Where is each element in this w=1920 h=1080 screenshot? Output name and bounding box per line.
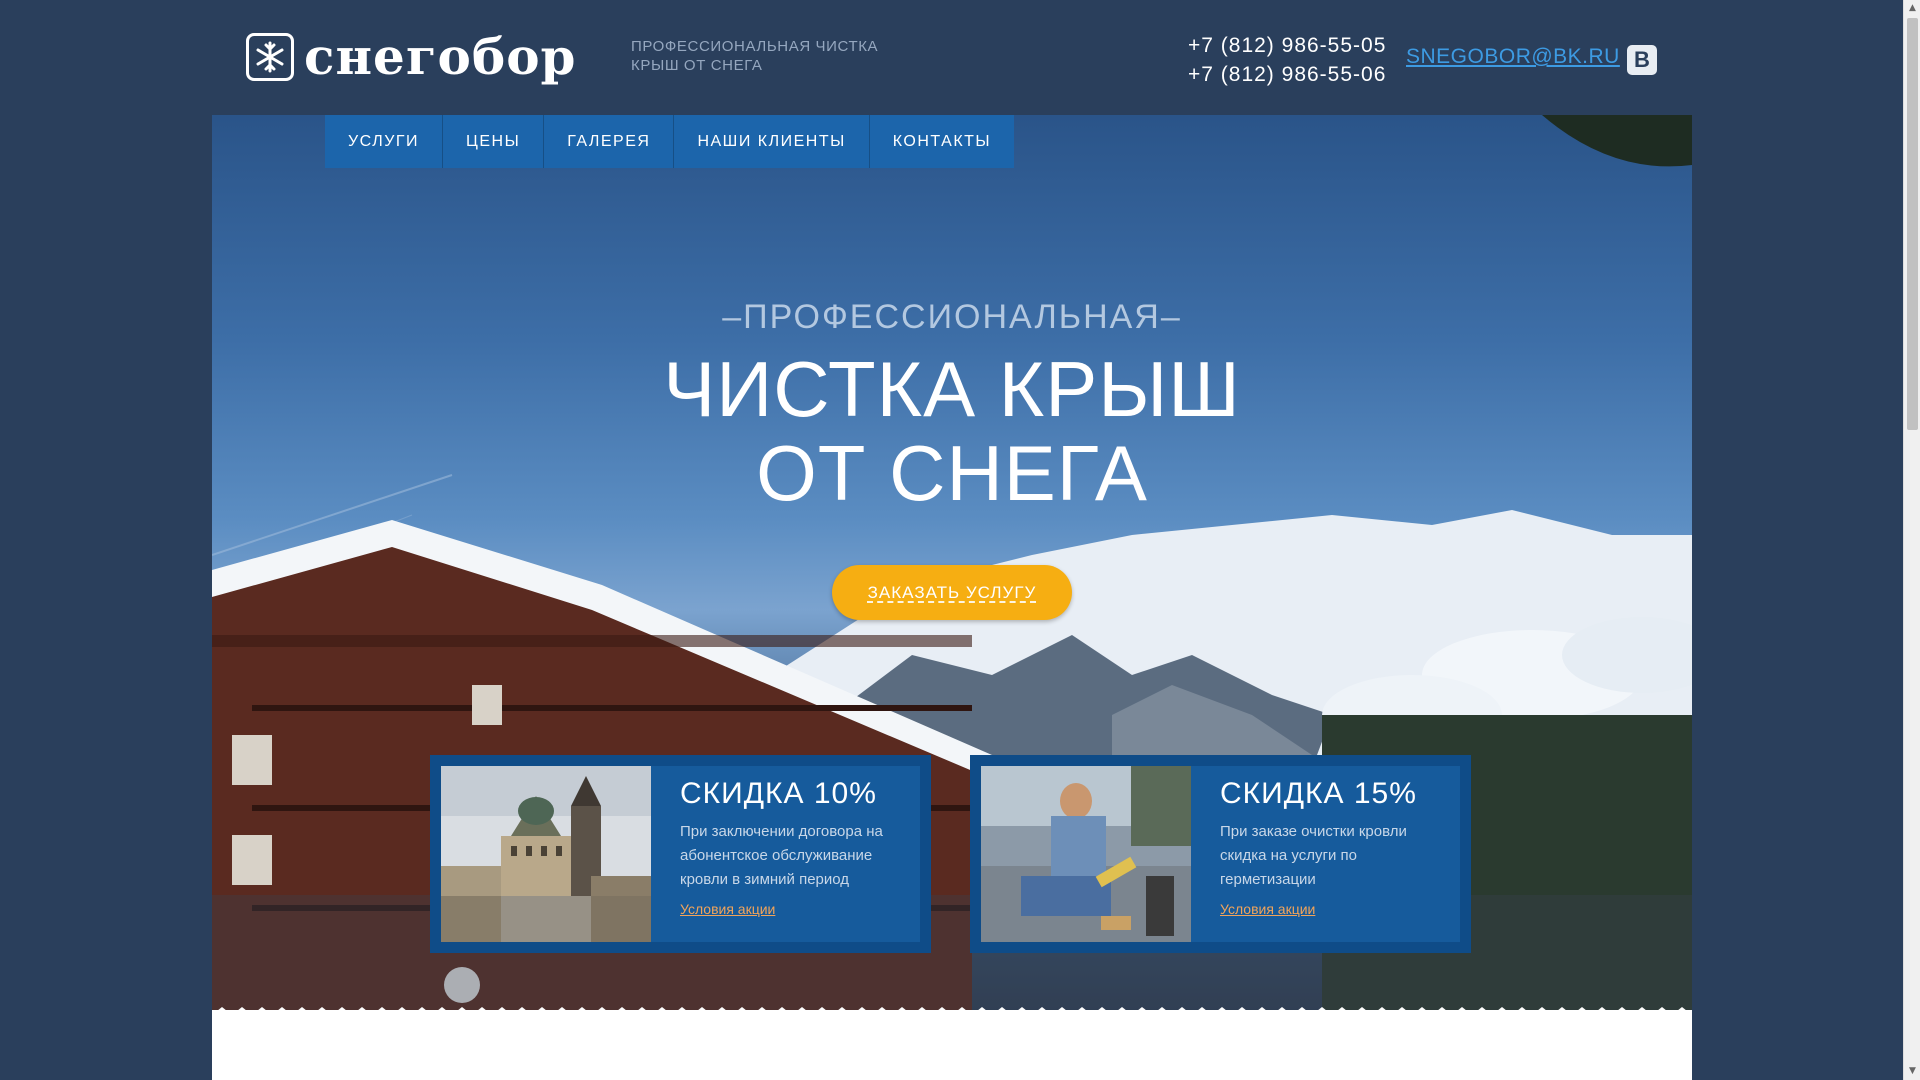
promo-card-inner: СКИДКА 15% При заказе очистки кровли ски… [981, 766, 1460, 942]
promo-card-inner: СКИДКА 10% При заключении договора на аб… [441, 766, 920, 942]
promo-card-15: СКИДКА 15% При заказе очистки кровли ски… [970, 755, 1471, 953]
nav-item-gallery[interactable]: ГАЛЕРЕЯ [544, 115, 675, 168]
promo-terms-link[interactable]: Условия акции [1220, 901, 1315, 917]
promo-city-image [441, 766, 651, 942]
tagline: ПРОФЕССИОНАЛЬНАЯ ЧИСТКА КРЫШ ОТ СНЕГА [631, 37, 911, 75]
nav-item-clients[interactable]: НАШИ КЛИЕНТЫ [674, 115, 870, 168]
promo-title: СКИДКА 15% [1220, 777, 1417, 810]
scrollbar[interactable]: ▲ ▼ [1903, 0, 1920, 1080]
promo-terms-link[interactable]: Условия акции [680, 901, 775, 917]
scroll-thumb[interactable] [1907, 18, 1918, 430]
order-service-button[interactable]: ЗАКАЗАТЬ УСЛУГУ [832, 565, 1072, 620]
promo-body: СКИДКА 15% При заказе очистки кровли ски… [1191, 766, 1440, 942]
tagline-line-1: ПРОФЕССИОНАЛЬНАЯ ЧИСТКА [631, 38, 879, 55]
phone-list: +7 (812) 986-55-05 +7 (812) 986-55-06 [1188, 31, 1386, 89]
promo-title: СКИДКА 10% [680, 777, 877, 810]
hero-headline-line-2: ОТ СНЕГА [756, 429, 1148, 517]
promo-card-10: СКИДКА 10% При заключении договора на аб… [430, 755, 931, 953]
hero-headline-line-1: ЧИСТКА КРЫШ [663, 345, 1241, 433]
phone-1[interactable]: +7 (812) 986-55-05 [1188, 31, 1386, 60]
nav-item-services[interactable]: УСЛУГИ [325, 115, 444, 168]
nav-item-prices[interactable]: ЦЕНЫ [443, 115, 545, 168]
content-area [212, 1010, 1692, 1080]
logo[interactable]: снегобор [246, 30, 577, 84]
scroll-up-arrow-icon[interactable]: ▲ [1904, 0, 1920, 17]
brand-name: снегобор [304, 27, 577, 86]
nav-item-contacts[interactable]: КОНТАКТЫ [869, 115, 1015, 168]
main-nav: УСЛУГИ ЦЕНЫ ГАЛЕРЕЯ НАШИ КЛИЕНТЫ КОНТАКТ… [325, 115, 1015, 168]
phone-2[interactable]: +7 (812) 986-55-06 [1188, 60, 1386, 89]
promo-worker-image [981, 766, 1191, 942]
tagline-line-2: КРЫШ ОТ СНЕГА [631, 57, 763, 74]
hero-eyebrow: –ПРОФЕССИОНАЛЬНАЯ– [722, 298, 1182, 336]
email-link[interactable]: SNEGOBOR@BK.RU [1406, 45, 1620, 69]
promo-body: СКИДКА 10% При заключении договора на аб… [651, 766, 900, 942]
hero-banner: УСЛУГИ ЦЕНЫ ГАЛЕРЕЯ НАШИ КЛИЕНТЫ КОНТАКТ… [212, 115, 1692, 1015]
page: снегобор ПРОФЕССИОНАЛЬНАЯ ЧИСТКА КРЫШ ОТ… [0, 0, 1903, 1080]
promo-text: При заключении договора на абонентское о… [680, 823, 883, 888]
snowflake-icon [246, 33, 294, 81]
vk-icon[interactable]: В [1627, 45, 1657, 75]
promo-text: При заказе очистки кровли скидка на услу… [1220, 823, 1407, 888]
scroll-down-arrow-icon[interactable]: ▼ [1904, 1063, 1920, 1080]
hero-headline: ЧИСТКА КРЫШ ОТ СНЕГА [212, 347, 1692, 515]
